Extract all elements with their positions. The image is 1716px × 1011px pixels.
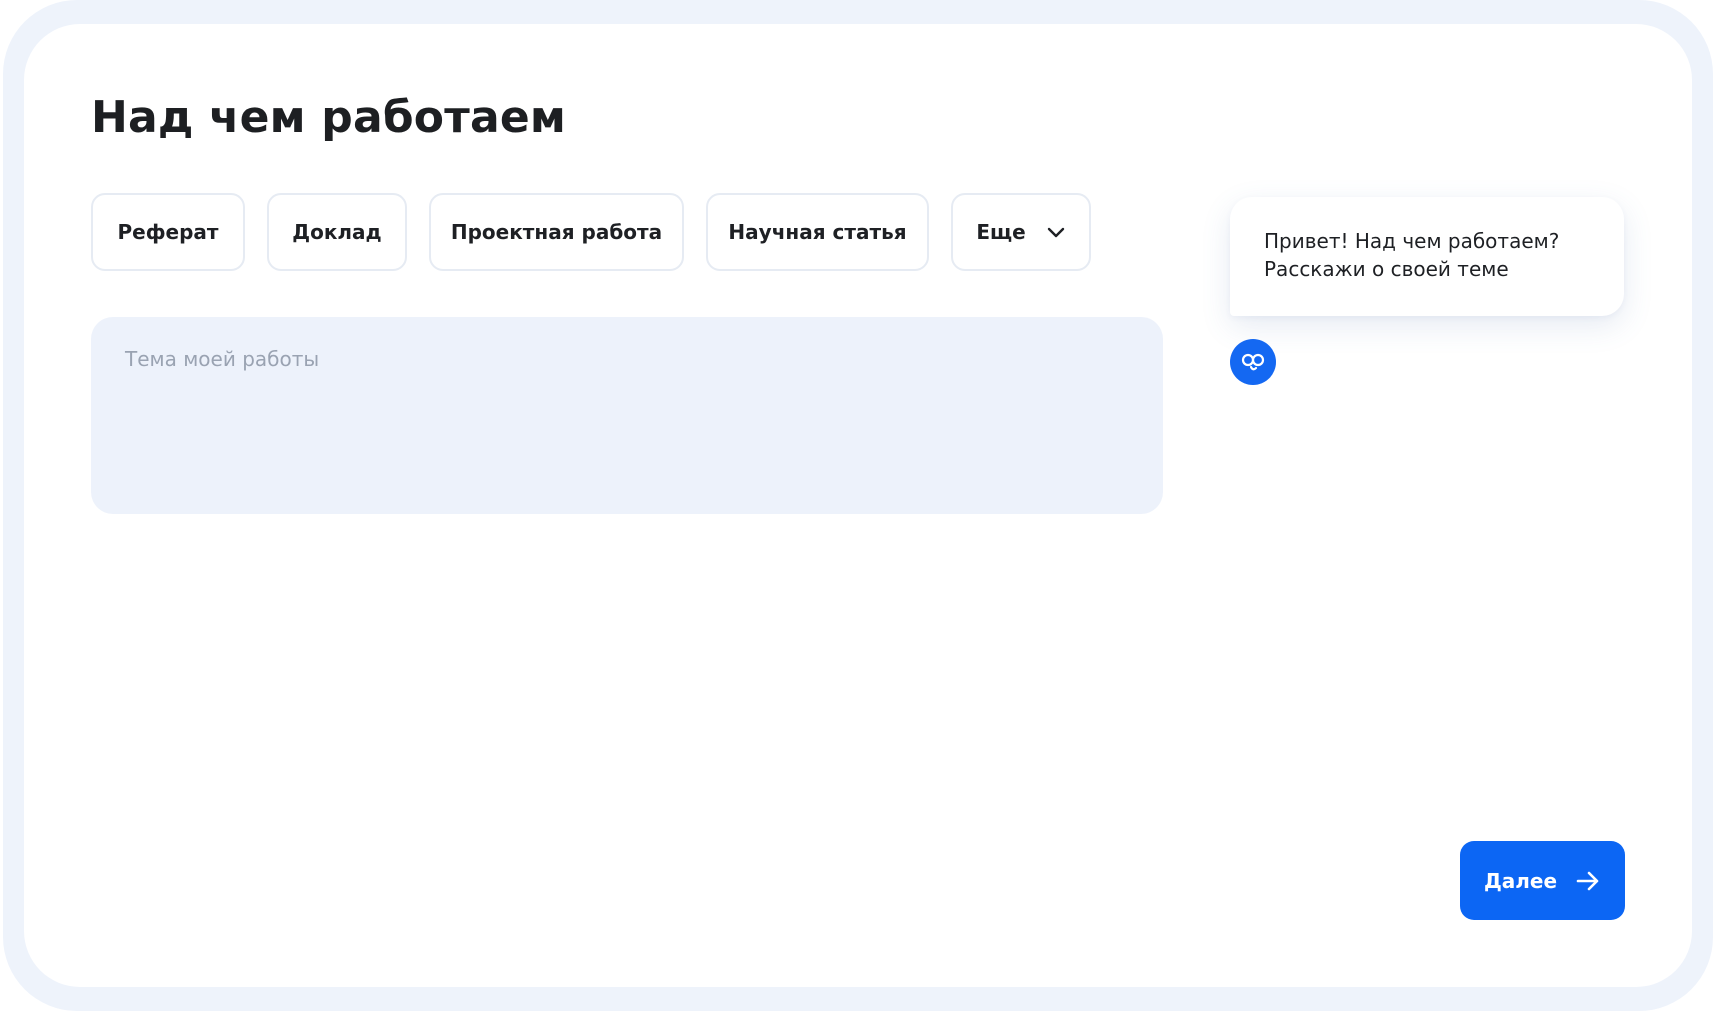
- more-work-types-dropdown[interactable]: Еще: [951, 193, 1091, 271]
- assistant-message-line: Расскажи о своей теме: [1264, 257, 1509, 281]
- more-label: Еще: [976, 220, 1026, 244]
- work-type-chip-doklad[interactable]: Доклад: [267, 193, 407, 271]
- assistant-logo-icon: [1239, 348, 1267, 376]
- app-frame: Над чем работаем Реферат Доклад Проектна…: [0, 0, 1716, 1011]
- next-button[interactable]: Далее: [1460, 841, 1625, 920]
- topic-input[interactable]: [91, 317, 1163, 514]
- work-type-chip-referat[interactable]: Реферат: [91, 193, 245, 271]
- work-type-chip-science-article[interactable]: Научная статья: [706, 193, 929, 271]
- work-type-chip-project[interactable]: Проектная работа: [429, 193, 684, 271]
- next-button-label: Далее: [1483, 868, 1558, 893]
- assistant-message-line: Привет! Над чем работаем?: [1264, 229, 1560, 253]
- chip-label: Реферат: [117, 220, 219, 244]
- arrow-right-icon: [1575, 868, 1601, 894]
- chip-label: Проектная работа: [450, 220, 663, 244]
- chip-label: Доклад: [292, 220, 382, 244]
- page-title: Над чем работаем: [91, 92, 567, 143]
- assistant-avatar: [1230, 339, 1276, 385]
- assistant-message-bubble: Привет! Над чем работаем? Расскажи о сво…: [1230, 197, 1624, 316]
- chip-label: Научная статья: [728, 220, 907, 244]
- chevron-down-icon: [1046, 222, 1066, 242]
